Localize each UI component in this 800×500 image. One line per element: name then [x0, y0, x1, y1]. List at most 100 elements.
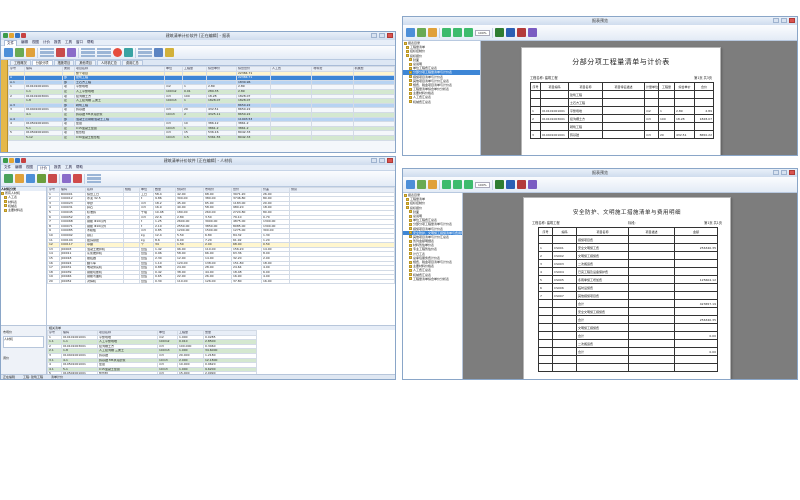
next-page-icon[interactable] — [464, 180, 473, 189]
prev-page-icon[interactable] — [453, 180, 462, 189]
menu-item[interactable]: 帮助 — [76, 165, 83, 170]
new-icon[interactable] — [3, 158, 8, 163]
minimize-button[interactable] — [371, 33, 377, 38]
menu-item[interactable]: 窗口 — [76, 40, 83, 45]
new-icon[interactable] — [3, 33, 8, 38]
folder-icon — [4, 208, 7, 212]
tab-summary[interactable]: 费用汇总 — [121, 60, 143, 65]
insert-icon[interactable] — [26, 48, 35, 57]
folder-icon[interactable] — [15, 174, 24, 183]
calculate-icon[interactable] — [67, 48, 76, 57]
tree-item[interactable]: 机械费汇总表 — [403, 100, 480, 104]
menu-item[interactable]: 工具 — [65, 165, 72, 170]
report-row: 6 CS006 临时设施费 — [538, 283, 718, 292]
folder-icon — [409, 235, 412, 239]
report-row: 二次搬运费 — [538, 339, 718, 348]
chart-pie-icon[interactable] — [113, 48, 122, 57]
print-icon[interactable] — [406, 180, 415, 189]
undo-icon[interactable] — [21, 33, 26, 38]
close-button[interactable] — [387, 33, 393, 38]
side-nav-strip[interactable] — [1, 60, 8, 152]
tab-items[interactable]: 分部分项 — [31, 60, 53, 65]
open-icon[interactable] — [9, 33, 14, 38]
tree-item[interactable]: 主要材料表 — [1, 208, 46, 212]
minimize-button[interactable] — [371, 158, 377, 163]
report-row: 2 CS002 文明施工措施费 — [538, 251, 718, 260]
minimize-button[interactable] — [773, 170, 779, 175]
undo-icon[interactable] — [21, 158, 26, 163]
menu-item[interactable]: 视图 — [32, 40, 39, 45]
tab-overview[interactable]: 工程概况 — [10, 60, 31, 65]
tab-measures[interactable]: 措施项目 — [53, 60, 75, 65]
price-icon[interactable] — [62, 174, 71, 183]
menu-item[interactable]: 报表 — [54, 165, 61, 170]
menu-item[interactable]: 报表 — [54, 40, 61, 45]
first-page-icon[interactable] — [442, 180, 451, 189]
export-icon[interactable] — [15, 48, 24, 57]
price-input[interactable]: 人材机 — [3, 336, 44, 348]
stop-icon[interactable] — [73, 174, 82, 183]
tab-other[interactable]: 其他项目 — [75, 60, 96, 65]
close-button[interactable] — [789, 170, 795, 175]
prev-page-icon[interactable] — [453, 28, 462, 37]
maximize-button[interactable] — [379, 33, 385, 38]
menu-item[interactable]: 文件 — [4, 165, 11, 170]
menu-item[interactable]: 编辑 — [15, 165, 22, 170]
maximize-button[interactable] — [781, 170, 787, 175]
folder-icon — [409, 210, 412, 214]
close-button[interactable] — [789, 18, 795, 23]
close-preview-icon[interactable] — [527, 28, 537, 37]
menu-item[interactable]: 视图 — [26, 165, 33, 170]
maximize-button[interactable] — [781, 18, 787, 23]
word-icon[interactable] — [505, 180, 515, 189]
zoom-select[interactable]: 100% — [475, 29, 490, 36]
page-setup-icon[interactable] — [428, 28, 437, 37]
delete-icon[interactable] — [48, 174, 57, 183]
tree-item[interactable]: 工程量清单综合单价分析表 — [403, 277, 462, 281]
pdf-icon[interactable] — [516, 28, 526, 37]
folder-icon — [404, 41, 407, 45]
zoom-select[interactable]: 100% — [475, 181, 490, 188]
menu-item[interactable]: 编辑 — [21, 40, 28, 45]
print-icon[interactable] — [406, 28, 415, 37]
maximize-button[interactable] — [379, 158, 385, 163]
close-button[interactable] — [387, 158, 393, 163]
table-row[interactable]: 20 J00052 对焊机 台班 0.30 110.00 126.00 37.80 16.00 — [47, 278, 395, 285]
settings-icon[interactable] — [154, 48, 163, 57]
folder-icon — [409, 243, 412, 247]
tab-resources[interactable]: 人材机汇总 — [97, 60, 121, 65]
project-name: 工程名称: 建筑工程 — [532, 221, 560, 225]
word-icon[interactable] — [505, 28, 515, 37]
import-icon[interactable] — [4, 48, 13, 57]
pdf-icon[interactable] — [516, 180, 526, 189]
excel-icon[interactable] — [494, 180, 504, 189]
add-icon[interactable] — [4, 174, 13, 183]
menu-item[interactable]: 文件 — [4, 39, 17, 46]
close-preview-icon[interactable] — [527, 180, 537, 189]
next-page-icon[interactable] — [464, 28, 473, 37]
delete-icon[interactable] — [56, 48, 65, 57]
window-titlebar: 建筑清单计价软件 [正在编辑] - 报表 — [1, 32, 395, 40]
menu-item[interactable]: 帮助 — [87, 40, 94, 45]
folder-icon — [409, 264, 412, 268]
filter-icon[interactable] — [26, 174, 35, 183]
help-icon[interactable] — [165, 48, 174, 57]
minimize-button[interactable] — [773, 18, 779, 23]
report-page: 分部分项工程量清单与计价表 工程名称: 建筑工程 第1页 共3页 序号 项目编码项… — [521, 47, 721, 155]
save-icon[interactable] — [15, 33, 20, 38]
menu-item[interactable]: 工具 — [65, 40, 72, 45]
open-icon[interactable] — [9, 158, 14, 163]
export-icon[interactable] — [417, 180, 426, 189]
save-icon[interactable] — [15, 158, 20, 163]
window-titlebar: 建筑清单计价软件 [正在编辑] - 人材机 — [1, 157, 395, 165]
menu-item[interactable]: 计价 — [43, 40, 50, 45]
excel-icon[interactable] — [494, 28, 504, 37]
menu-item[interactable]: 计价 — [37, 164, 50, 171]
table-row[interactable]: 5-12 定 C30混凝土矩形柱 10m3 1.5 5361.55 8042.33 — [8, 134, 395, 141]
refresh-icon[interactable] — [37, 174, 46, 183]
folder-icon — [409, 62, 412, 66]
export-icon[interactable] — [417, 28, 426, 37]
report-icon[interactable] — [124, 48, 133, 57]
page-setup-icon[interactable] — [428, 180, 437, 189]
first-page-icon[interactable] — [442, 28, 451, 37]
